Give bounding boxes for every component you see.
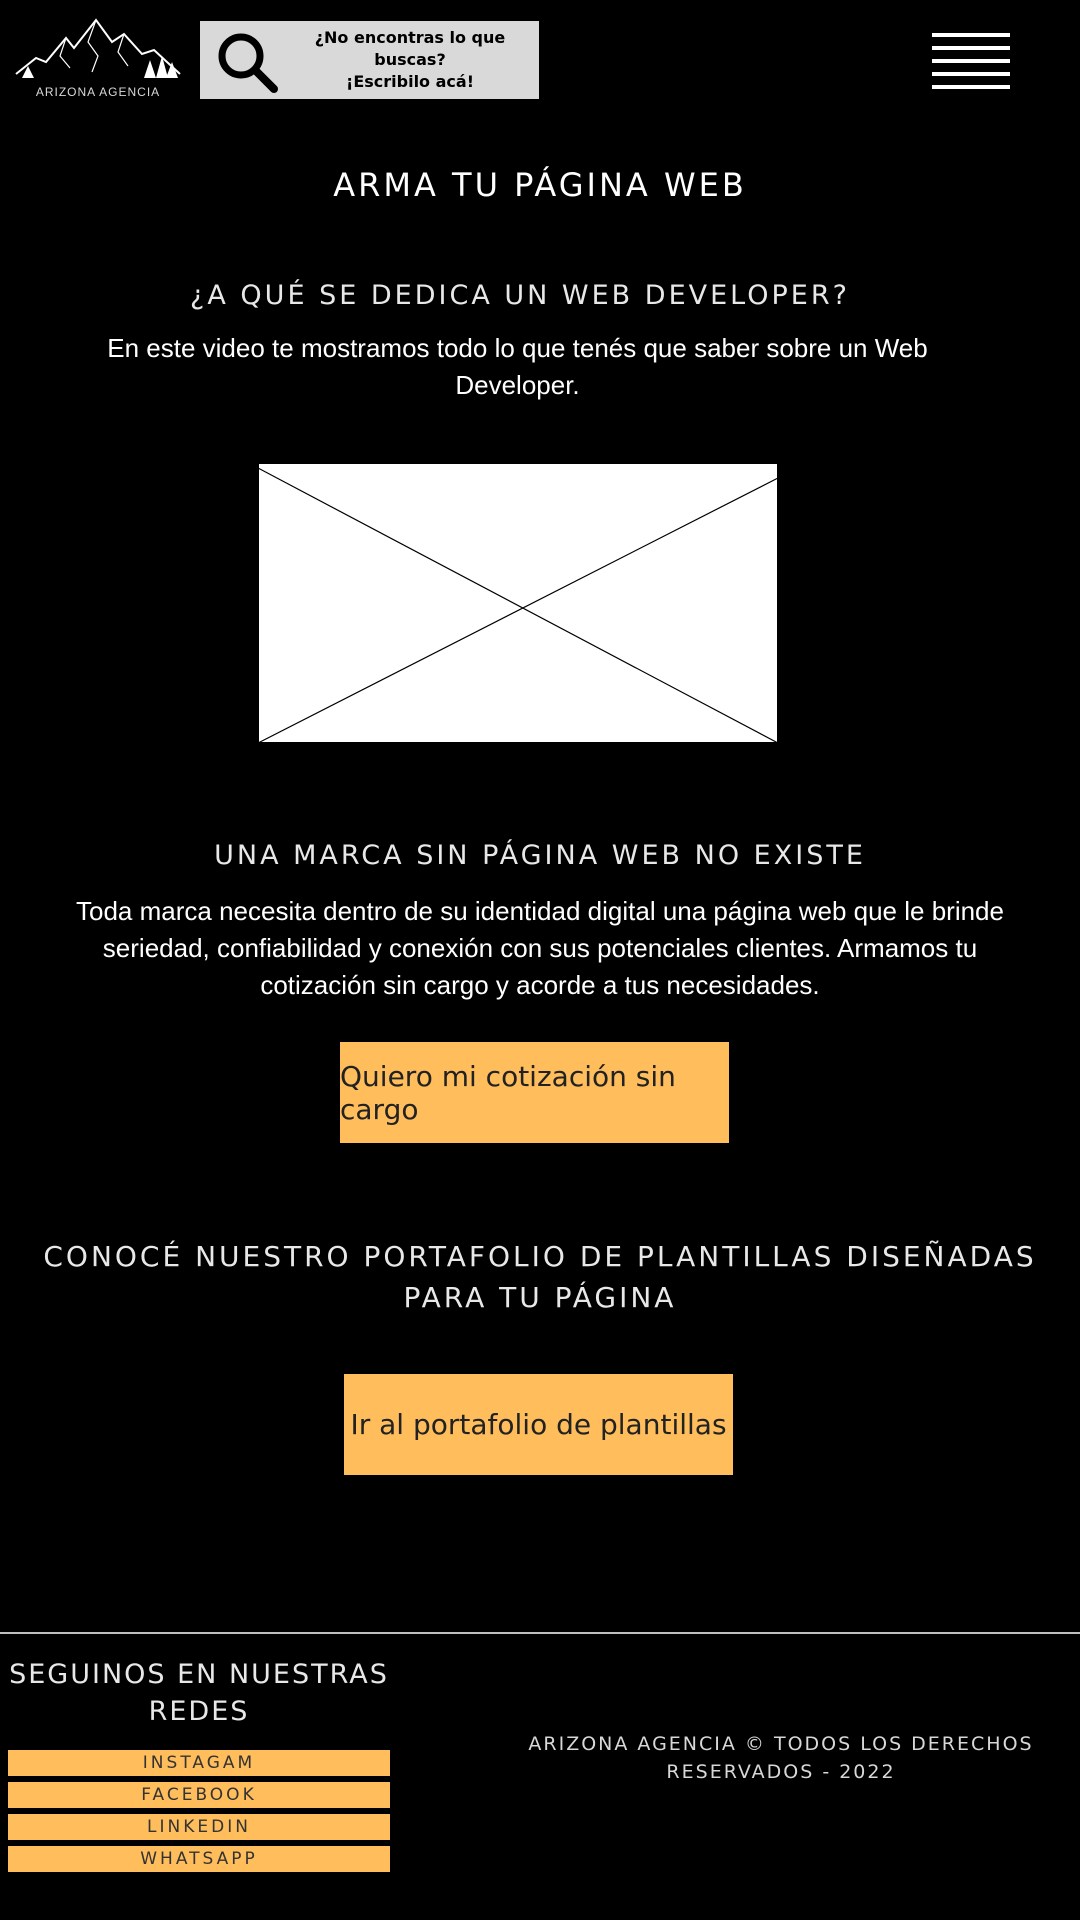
portfolio-button[interactable]: Ir al portafolio de plantillas — [344, 1374, 733, 1475]
logo-text: ARIZONA AGENCIA — [35, 85, 161, 99]
linkedin-link[interactable]: LINKEDIN — [8, 1814, 390, 1840]
search-icon[interactable] — [214, 29, 280, 95]
footer-divider — [0, 1632, 1080, 1634]
webdev-heading: ¿A QUÉ SE DEDICA UN WEB DEVELOPER? — [190, 280, 850, 311]
menu-bar — [932, 59, 1010, 63]
quote-button[interactable]: Quiero mi cotización sin cargo — [340, 1042, 729, 1143]
facebook-link[interactable]: FACEBOOK — [8, 1782, 390, 1808]
search-text-line-3: ¡Escribilo acá! — [346, 72, 474, 91]
search-placeholder-text[interactable]: ¿No encontras lo que buscas? ¡Escribilo … — [295, 27, 525, 93]
copyright-text: ARIZONA AGENCIA © TODOS LOS DERECHOS RES… — [528, 1733, 1034, 1783]
marca-heading: UNA MARCA SIN PÁGINA WEB NO EXISTE — [214, 840, 866, 871]
page-title: ARMA TU PÁGINA WEB — [333, 166, 747, 204]
menu-bar — [932, 72, 1010, 76]
video-placeholder[interactable] — [258, 463, 778, 743]
hamburger-menu-icon[interactable] — [932, 33, 1010, 93]
marca-description: Toda marca necesita dentro de su identid… — [76, 896, 1004, 1000]
menu-bar — [932, 46, 1010, 50]
search-bar[interactable]: ¿No encontras lo que buscas? ¡Escribilo … — [200, 21, 539, 99]
portfolio-heading: CONOCÉ NUESTRO PORTAFOLIO DE PLANTILLAS … — [43, 1240, 1037, 1314]
search-text-line-2: buscas? — [374, 50, 446, 69]
search-text-line-1: ¿No encontras lo que — [314, 28, 506, 47]
instagram-link[interactable]: INSTAGAM — [8, 1750, 390, 1776]
social-heading: SEGUINOS EN NUESTRAS REDES — [9, 1659, 389, 1727]
menu-bar — [932, 33, 1010, 37]
menu-bar — [932, 85, 1010, 89]
webdev-description: En este video te mostramos todo lo que t… — [107, 333, 928, 400]
whatsapp-link[interactable]: WHATSAPP — [8, 1846, 390, 1872]
